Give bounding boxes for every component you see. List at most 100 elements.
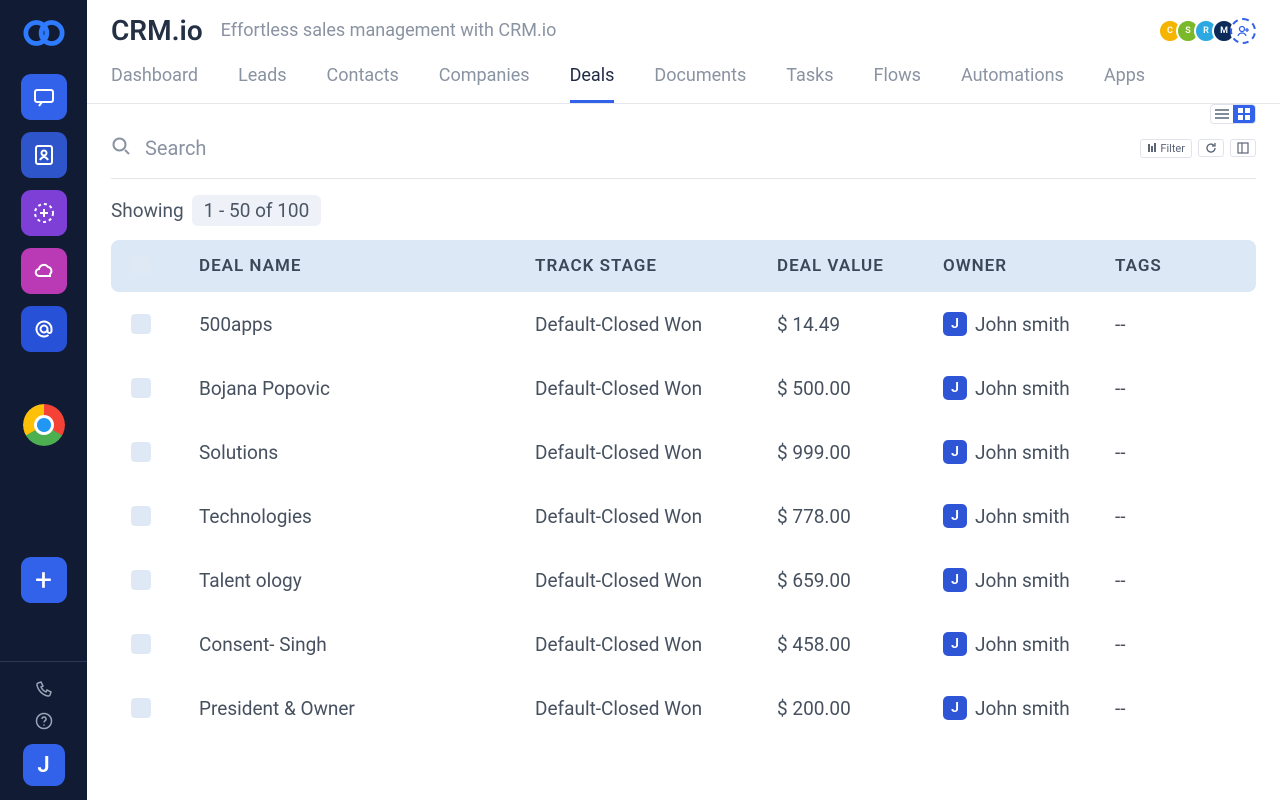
sidebar-item-cloud[interactable] <box>21 248 67 294</box>
cell-deal-value: $ 778.00 <box>777 505 943 528</box>
phone-icon[interactable] <box>35 680 53 702</box>
cell-track-stage: Default-Closed Won <box>535 569 777 592</box>
add-app-button[interactable]: + <box>21 557 67 603</box>
select-all-checkbox[interactable] <box>131 256 151 276</box>
owner-chip[interactable]: J John smith <box>943 696 1115 720</box>
cell-deal-name: Talent ology <box>199 569 535 592</box>
sidebar-item-contacts[interactable] <box>21 132 67 178</box>
cell-tags: -- <box>1115 441 1185 464</box>
owner-chip[interactable]: JJohn smith <box>943 312 1115 336</box>
tab-leads[interactable]: Leads <box>238 65 286 103</box>
cell-tags: -- <box>1115 377 1185 400</box>
row-checkbox[interactable] <box>131 570 151 590</box>
page-title: CRM.io <box>111 14 203 47</box>
showing-range: 1 - 50 of 100 <box>192 195 322 226</box>
tab-deals[interactable]: Deals <box>570 65 615 103</box>
table-row[interactable]: Consent- SinghDefault-Closed Won$ 458.00… <box>111 612 1256 676</box>
cell-deal-value: $ 458.00 <box>777 633 943 656</box>
tab-apps[interactable]: Apps <box>1104 65 1145 103</box>
sidebar-item-chrome[interactable] <box>23 404 65 446</box>
owner-name: John smith <box>975 441 1070 464</box>
owner-chip[interactable]: JJohn smith <box>943 376 1115 400</box>
tab-automations[interactable]: Automations <box>961 65 1064 103</box>
row-checkbox[interactable] <box>131 698 151 718</box>
owner-chip[interactable]: JJohn smith <box>943 504 1115 528</box>
col-header-name[interactable]: DEAL NAME <box>199 256 535 276</box>
tab-flows[interactable]: Flows <box>874 65 921 103</box>
user-plus-icon <box>1236 24 1250 38</box>
sidebar-item-mail[interactable] <box>21 306 67 352</box>
table-row[interactable]: 500appsDefault-Closed Won$ 14.49JJohn sm… <box>111 292 1256 356</box>
cell-deal-value: $ 999.00 <box>777 441 943 464</box>
showing-label: Showing <box>111 199 184 222</box>
main-content: CRM.io Effortless sales management with … <box>87 0 1280 800</box>
cell-track-stage: Default-Closed Won <box>535 313 777 336</box>
add-member-button[interactable] <box>1230 18 1256 44</box>
app-sidebar: + J <box>0 0 87 800</box>
refresh-button[interactable] <box>1198 139 1224 157</box>
table-row[interactable]: TechnologiesDefault-Closed Won$ 778.00JJ… <box>111 484 1256 548</box>
row-checkbox[interactable] <box>131 314 151 334</box>
cell-deal-name: 500apps <box>199 313 535 336</box>
owner-name: John smith <box>975 697 1070 720</box>
search-input[interactable] <box>145 136 1140 160</box>
help-icon[interactable] <box>35 712 53 734</box>
owner-avatar: J <box>943 440 967 464</box>
col-header-tags[interactable]: TAGS <box>1115 256 1185 276</box>
table-body: 500appsDefault-Closed Won$ 14.49JJohn sm… <box>111 292 1256 740</box>
cell-track-stage: Default-Closed Won <box>535 505 777 528</box>
table-row[interactable]: Bojana PopovicDefault-Closed Won$ 500.00… <box>111 356 1256 420</box>
tab-companies[interactable]: Companies <box>439 65 530 103</box>
col-header-stage[interactable]: TRACK STAGE <box>535 256 777 276</box>
cell-deal-name: Solutions <box>199 441 535 464</box>
row-checkbox[interactable] <box>131 634 151 654</box>
table-row[interactable]: Talent ologyDefault-Closed Won$ 659.00JJ… <box>111 548 1256 612</box>
refresh-icon <box>1205 142 1217 154</box>
cell-deal-name: Bojana Popovic <box>199 377 535 400</box>
columns-icon <box>1237 142 1249 154</box>
pagination-info: Showing 1 - 50 of 100 <box>111 179 1256 240</box>
owner-avatar: J <box>943 376 967 400</box>
cell-tags: -- <box>1115 569 1185 592</box>
sidebar-item-add-circle[interactable] <box>21 190 67 236</box>
filter-label: Filter <box>1160 142 1185 155</box>
list-view-button[interactable] <box>1211 105 1233 123</box>
row-checkbox[interactable] <box>131 442 151 462</box>
owner-avatar: J <box>943 632 967 656</box>
brand-logo[interactable] <box>23 12 65 54</box>
columns-button[interactable] <box>1230 139 1256 157</box>
row-checkbox[interactable] <box>131 378 151 398</box>
owner-avatar: J <box>943 568 967 592</box>
cell-deal-name: Technologies <box>199 505 535 528</box>
cell-deal-name: President & Owner <box>199 697 535 720</box>
owner-chip[interactable]: J John smith <box>943 440 1115 464</box>
cell-tags: -- <box>1115 505 1185 528</box>
table-row[interactable]: SolutionsDefault-Closed Won$ 999.00J John… <box>111 420 1256 484</box>
owner-chip[interactable]: JJohn smith <box>943 632 1115 656</box>
col-header-owner[interactable]: OWNER <box>943 256 1115 276</box>
current-user-avatar[interactable]: J <box>23 744 65 786</box>
cell-tags: -- <box>1115 313 1185 336</box>
col-header-value[interactable]: DEAL VALUE <box>777 256 943 276</box>
address-book-icon <box>32 143 56 167</box>
owner-avatar: J <box>943 504 967 528</box>
grid-view-button[interactable] <box>1233 105 1255 123</box>
list-icon <box>1215 109 1229 119</box>
tab-dashboard[interactable]: Dashboard <box>111 65 198 103</box>
table-header: DEAL NAME TRACK STAGE DEAL VALUE OWNER T… <box>111 240 1256 292</box>
tab-contacts[interactable]: Contacts <box>327 65 399 103</box>
team-avatars[interactable]: CSRM <box>1158 18 1256 44</box>
cell-tags: -- <box>1115 633 1185 656</box>
nav-tabs: Dashboard Leads Contacts Companies Deals Docu… <box>87 47 1280 104</box>
chat-icon <box>32 85 56 109</box>
tab-documents[interactable]: Documents <box>654 65 746 103</box>
table-row[interactable]: President & OwnerDefault-Closed Won$ 200… <box>111 676 1256 740</box>
tab-tasks[interactable]: Tasks <box>786 65 833 103</box>
owner-chip[interactable]: JJohn smith <box>943 568 1115 592</box>
cell-deal-value: $ 14.49 <box>777 313 943 336</box>
owner-avatar: J <box>943 696 967 720</box>
cell-track-stage: Default-Closed Won <box>535 441 777 464</box>
filter-button[interactable]: Filter <box>1140 139 1192 158</box>
sidebar-item-chat[interactable] <box>21 74 67 120</box>
row-checkbox[interactable] <box>131 506 151 526</box>
